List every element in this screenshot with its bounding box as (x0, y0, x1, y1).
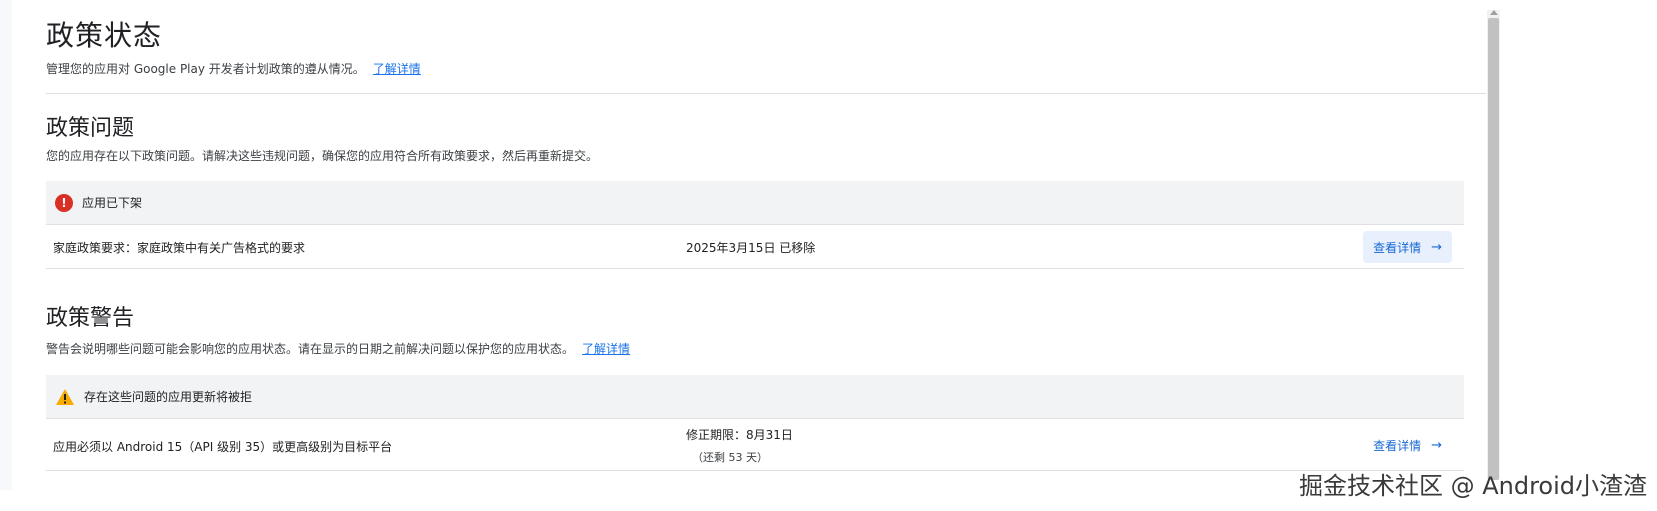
arrow-right-icon: → (1431, 437, 1442, 453)
issues-section-description: 您的应用存在以下政策问题。请解决这些违规问题，确保您的应用符合所有政策要求，然后… (46, 149, 599, 163)
warnings-status-header: 存在这些问题的应用更新将被拒 (84, 390, 253, 404)
warning-deadline-text: 修正期限：8月31日 (686, 428, 793, 442)
learn-more-link[interactable]: 了解详情 (373, 62, 421, 76)
warning-remaining-days: （还剩 53 天） (692, 451, 768, 464)
watermark: 掘金技术社区 @ Android小渣渣 (1298, 472, 1647, 500)
table-row: 应用必须以 Android 15（API 级别 35）或更高级别为目标平台 修正… (46, 419, 1464, 471)
view-details-label: 查看详情 (1373, 240, 1422, 255)
view-details-button[interactable]: 查看详情 → (1363, 231, 1452, 263)
issue-name: 家庭政策要求：家庭政策中有关广告格式的要求 (53, 241, 306, 255)
warning-deadline: 修正期限：8月31日 （还剩 53 天） (686, 426, 793, 465)
warning-icon (55, 388, 75, 406)
view-details-button[interactable]: 查看详情 → (1363, 429, 1452, 461)
scrollbar-thumb[interactable] (1488, 18, 1499, 480)
error-icon: ! (55, 193, 73, 212)
arrow-right-icon: → (1431, 239, 1442, 255)
issues-status-header: 应用已下架 (82, 196, 143, 210)
vertical-scrollbar[interactable] (1487, 10, 1500, 480)
page-subtitle-text: 管理您的应用对 Google Play 开发者计划政策的遵从情况。 (46, 62, 365, 76)
warnings-description-text: 警告会说明哪些问题可能会影响您的应用状态。请在显示的日期之前解决问题以保护您的应… (46, 342, 575, 356)
warnings-card-header: 存在这些问题的应用更新将被拒 (46, 375, 1464, 419)
issues-section-title: 政策问题 (46, 116, 135, 141)
issue-status: 2025年3月15日 已移除 (686, 241, 816, 255)
policy-status-page: 政策状态 管理您的应用对 Google Play 开发者计划政策的遵从情况。 了解… (0, 0, 1657, 511)
warnings-section-description: 警告会说明哪些问题可能会影响您的应用状态。请在显示的日期之前解决问题以保护您的应… (46, 340, 630, 357)
page-title: 政策状态 (46, 19, 163, 52)
header-divider (46, 93, 1486, 94)
scroll-up-icon[interactable] (1490, 10, 1498, 15)
table-row: 家庭政策要求：家庭政策中有关广告格式的要求 2025年3月15日 已移除 查看详… (46, 225, 1464, 269)
issues-card: ! 应用已下架 家庭政策要求：家庭政策中有关广告格式的要求 2025年3月15日… (46, 181, 1464, 269)
page-subtitle: 管理您的应用对 Google Play 开发者计划政策的遵从情况。 了解详情 (46, 60, 421, 77)
warnings-card: 存在这些问题的应用更新将被拒 应用必须以 Android 15（API 级别 3… (46, 375, 1464, 471)
issues-card-header: ! 应用已下架 (46, 181, 1464, 225)
warnings-section-title: 政策警告 (46, 306, 135, 331)
left-panel-edge (0, 0, 12, 490)
warnings-learn-more-link[interactable]: 了解详情 (582, 342, 630, 356)
view-details-label: 查看详情 (1373, 438, 1422, 453)
warning-name: 应用必须以 Android 15（API 级别 35）或更高级别为目标平台 (53, 440, 393, 454)
